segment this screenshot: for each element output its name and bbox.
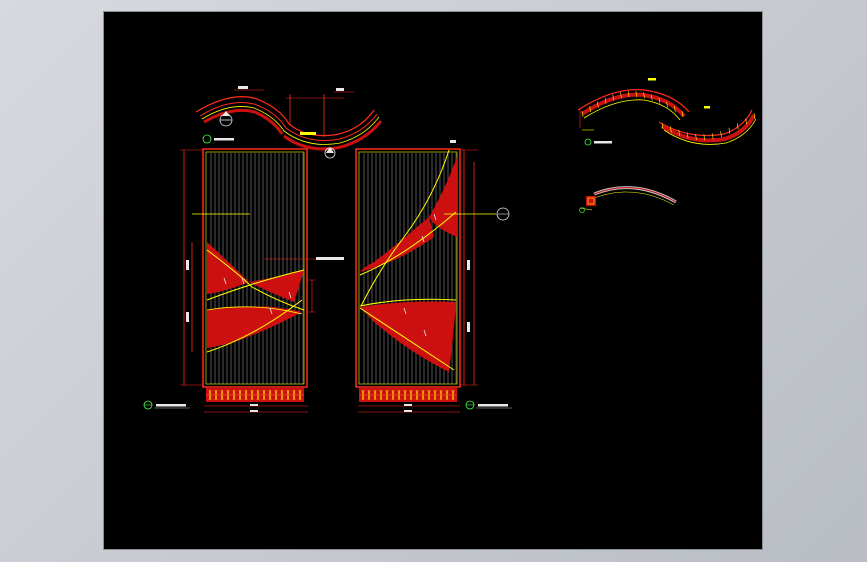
right-elevation-panel (355, 140, 512, 413)
left-elevation-panel (143, 148, 344, 413)
curved-plan-view (195, 86, 383, 159)
cad-drawing (143, 78, 757, 413)
arc-detail (579, 186, 677, 213)
top-right-plan-detail (577, 78, 757, 146)
cad-viewport[interactable] (104, 12, 762, 549)
